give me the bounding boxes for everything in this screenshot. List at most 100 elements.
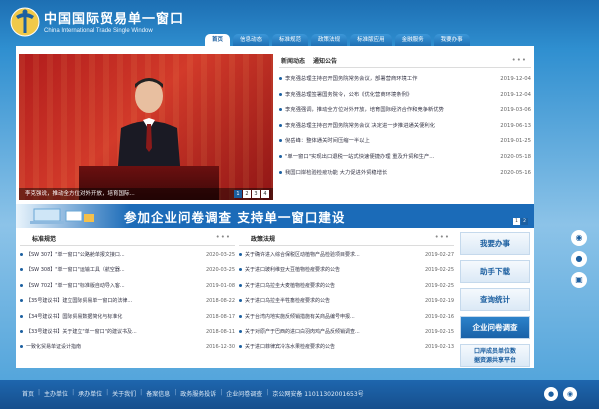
standard-item-title[interactable]: 一致化贸易单证设计指南	[20, 340, 170, 355]
standard-item-title[interactable]: 【SW 307】"单一窗口"公路舱单报文接口...	[20, 248, 170, 263]
apply-service-button[interactable]: 我要办事	[460, 232, 530, 255]
policies-more-button[interactable]: •••	[435, 233, 450, 241]
nav-tab-finance[interactable]: 金融服务	[394, 34, 431, 46]
standard-item-text[interactable]: 一致化贸易单证设计指南	[26, 344, 81, 350]
data-sharing-platform-button[interactable]: 口岸成员单位数 据资源共享平台	[460, 344, 530, 367]
news-item-text[interactable]: 倪岳峰：整体通关时间压缩一半以上	[285, 138, 370, 144]
policy-item-text[interactable]: 关于进口乌拉圭大麦植物检疫要求的公告	[245, 283, 335, 289]
standard-item[interactable]: 【33号建议书】关于建立"单一窗口"的建议书及... 2018-08-11	[20, 325, 235, 340]
query-statistics-button[interactable]: 查询统计	[460, 288, 530, 311]
footer-link[interactable]: 企业问卷调查	[226, 389, 262, 398]
tab-notices[interactable]: 通知公告	[313, 56, 337, 65]
policy-item[interactable]: 关于对原产于巴西的进口白羽肉鸡产品反倾销调查... 2019-02-15	[239, 325, 454, 340]
policy-item[interactable]: 关于进口菲律宾冷冻水果检疫要求的公告 2019-02-13	[239, 340, 454, 355]
hero-page-1[interactable]: 1	[234, 190, 242, 198]
news-item-text[interactable]: 李克强总理主持召开国务院常务会议 决定进一步推进通关便利化	[285, 123, 435, 129]
policy-item-title[interactable]: 关于进口乌拉圭大麦植物检疫要求的公告	[239, 279, 389, 294]
standard-item[interactable]: 【35号建议书】建立国际贸易单一窗口的法律... 2018-08-22	[20, 294, 235, 309]
news-item-title[interactable]: 李克强总理主持召开国务院常务会议 决定进一步推进通关便利化	[279, 119, 474, 135]
weibo-icon[interactable]: ◉	[571, 230, 587, 246]
news-item[interactable]: 李克强总理主持召开国务院常务会议，部署营商环境工作 2019-12-04	[279, 72, 531, 88]
policy-item-text[interactable]: 关于台湾内地实施反倾销措施有关商品编号申报...	[245, 314, 355, 320]
policy-item-text[interactable]: 关于对原产于巴西的进口白羽肉鸡产品反倾销调查...	[245, 329, 360, 335]
standard-item-text[interactable]: 【SW 307】"单一窗口"公路舱单报文接口...	[26, 252, 125, 258]
policy-item-text[interactable]: 关于进口玻利维亚大豆植物检疫要求的公告	[245, 267, 340, 273]
standard-item[interactable]: 【SW 308】"单一窗口"运输工具（航空器... 2020-03-25	[20, 263, 235, 278]
standard-item-title[interactable]: 【35号建议书】建立国际贸易单一窗口的法律...	[20, 294, 170, 309]
policy-item-text[interactable]: 关于确许进入综合保税区动植物产品检验项目要求...	[245, 252, 360, 258]
policy-item-text[interactable]: 关于进口菲律宾冷冻水果检疫要求的公告	[245, 344, 335, 350]
wechat-icon[interactable]: ●	[571, 251, 587, 267]
tab-news[interactable]: 新闻动态	[281, 56, 305, 65]
banner-page-2[interactable]: 2	[521, 218, 528, 225]
nav-tab-standards[interactable]: 标准规范	[272, 34, 309, 46]
policy-item-title[interactable]: 关于进口乌拉圭半牲畜检疫要求的公告	[239, 294, 389, 309]
policies-title[interactable]: 政策法规	[251, 234, 275, 243]
policy-item-title[interactable]: 关于台湾内地实施反倾销措施有关商品编号申报...	[239, 310, 389, 325]
news-item-title[interactable]: 李克强总理主持召开国务院常务会议，部署营商环境工作	[279, 72, 474, 88]
survey-banner[interactable]: 参加企业问卷调查 支持单一窗口建设 1 2	[16, 204, 534, 228]
standard-item[interactable]: 【SW 307】"单一窗口"公路舱单报文接口... 2020-03-25	[20, 248, 235, 263]
standard-item-text[interactable]: 【SW 702】"单一窗口"标准版自动导入客...	[26, 283, 125, 289]
policy-item-title[interactable]: 关于进口玻利维亚大豆植物检疫要求的公告	[239, 263, 389, 278]
nav-tab-policies[interactable]: 政策法规	[311, 34, 348, 46]
footer-link[interactable]: 首页	[22, 389, 34, 398]
news-item[interactable]: 李克强总理主持召开国务院常务会议 决定进一步推进通关便利化 2019-06-13	[279, 119, 531, 135]
footer-link[interactable]: 主办单位	[44, 389, 68, 398]
standard-item-title[interactable]: 【SW 308】"单一窗口"运输工具（航空器...	[20, 263, 170, 278]
standard-item-text[interactable]: 【34号建议书】国际贸易数据简化与标准化	[26, 314, 122, 320]
standard-item-text[interactable]: 【35号建议书】建立国际贸易单一窗口的法律...	[26, 298, 132, 304]
news-item-text[interactable]: 我国口岸检验检疫功能 大力促进外贸稳增长	[285, 170, 387, 176]
nav-tab-services[interactable]: 我要办事	[433, 34, 470, 46]
news-item-text[interactable]: 李克强强调，推动全方位对外开放，培育国际经济合作和竞争新优势	[285, 107, 444, 113]
nav-tab-news[interactable]: 信息动态	[233, 34, 270, 46]
news-item[interactable]: 李克强强调，推动全方位对外开放，培育国际经济合作和竞争新优势 2019-03-06	[279, 103, 531, 119]
news-more-button[interactable]: •••	[512, 56, 527, 64]
news-item-title[interactable]: 李克强总理签署国务院令，公布《优化营商环境条例》	[279, 88, 474, 104]
standards-more-button[interactable]: •••	[216, 233, 231, 241]
banner-text[interactable]: 参加企业问卷调查 支持单一窗口建设	[124, 207, 345, 226]
hero-page-4[interactable]: 4	[261, 190, 269, 198]
news-item[interactable]: 倪岳峰：整体通关时间压缩一半以上 2019-01-25	[279, 134, 531, 150]
policy-item-text[interactable]: 关于进口乌拉圭半牲畜检疫要求的公告	[245, 298, 330, 304]
news-item[interactable]: 李克强总理签署国务院令，公布《优化营商环境条例》 2019-12-04	[279, 88, 531, 104]
news-item[interactable]: 我国口岸检验检疫功能 大力促进外贸稳增长 2020-05-16	[279, 166, 531, 182]
policy-item[interactable]: 关于进口玻利维亚大豆植物检疫要求的公告 2019-02-25	[239, 263, 454, 278]
standard-item[interactable]: 【SW 702】"单一窗口"标准版自动导入客... 2019-01-08	[20, 279, 235, 294]
site-title[interactable]: 中国国际贸易单一窗口	[44, 8, 184, 27]
news-item-title[interactable]: "单一窗口"实现出口退税一站式快速便捷办理 重及升贸和生产...	[279, 150, 474, 166]
news-item-title[interactable]: 李克强强调，推动全方位对外开放，培育国际经济合作和竞争新优势	[279, 103, 474, 119]
app-icon[interactable]: ▣	[571, 272, 587, 288]
standard-item-text[interactable]: 【33号建议书】关于建立"单一窗口"的建议书及...	[26, 329, 137, 335]
nav-tab-standard-app[interactable]: 标准版应用	[350, 34, 392, 46]
policy-item[interactable]: 关于进口乌拉圭半牲畜检疫要求的公告 2019-02-19	[239, 294, 454, 309]
policy-item[interactable]: 关于进口乌拉圭大麦植物检疫要求的公告 2019-02-25	[239, 279, 454, 294]
banner-page-1[interactable]: 1	[513, 218, 520, 225]
standard-item-text[interactable]: 【SW 308】"单一窗口"运输工具（航空器...	[26, 267, 125, 273]
policy-item-title[interactable]: 关于进口菲律宾冷冻水果检疫要求的公告	[239, 340, 389, 355]
enterprise-survey-button[interactable]: 企业问卷调查	[460, 316, 530, 339]
customs-emblem-icon[interactable]	[10, 6, 40, 38]
hero-page-2[interactable]: 2	[243, 190, 251, 198]
news-item-title[interactable]: 倪岳峰：整体通关时间压缩一半以上	[279, 134, 474, 150]
standard-item[interactable]: 一致化贸易单证设计指南 2016-12-30	[20, 340, 235, 355]
footer-link[interactable]: 关于我们	[112, 389, 136, 398]
footer-link[interactable]: 承办单位	[78, 389, 102, 398]
standards-title[interactable]: 标准规范	[32, 234, 56, 243]
nav-tab-home[interactable]: 首页	[205, 34, 231, 46]
footer-link[interactable]: 备案信息	[146, 389, 170, 398]
news-item[interactable]: "单一窗口"实现出口退税一站式快速便捷办理 重及升贸和生产... 2020-05-…	[279, 150, 531, 166]
news-item-text[interactable]: 李克强总理签署国务院令，公布《优化营商环境条例》	[285, 92, 412, 98]
news-item-text[interactable]: 李克强总理主持召开国务院常务会议，部署营商环境工作	[285, 76, 417, 82]
policy-item-title[interactable]: 关于对原产于巴西的进口白羽肉鸡产品反倾销调查...	[239, 325, 389, 340]
footer-link[interactable]: 政务服务投诉	[180, 389, 216, 398]
standard-item[interactable]: 【34号建议书】国际贸易数据简化与标准化 2018-08-17	[20, 310, 235, 325]
policy-item[interactable]: 关于确许进入综合保税区动植物产品检验项目要求... 2019-02-27	[239, 248, 454, 263]
policy-item[interactable]: 关于台湾内地实施反倾销措施有关商品编号申报... 2019-02-16	[239, 310, 454, 325]
assistant-download-button[interactable]: 助手下载	[460, 260, 530, 283]
wechat-footer-icon[interactable]: ●	[544, 387, 558, 401]
weibo-footer-icon[interactable]: ◉	[563, 387, 577, 401]
policy-item-title[interactable]: 关于确许进入综合保税区动植物产品检验项目要求...	[239, 248, 389, 263]
standard-item-title[interactable]: 【33号建议书】关于建立"单一窗口"的建议书及...	[20, 325, 170, 340]
standard-item-title[interactable]: 【SW 702】"单一窗口"标准版自动导入客...	[20, 279, 170, 294]
